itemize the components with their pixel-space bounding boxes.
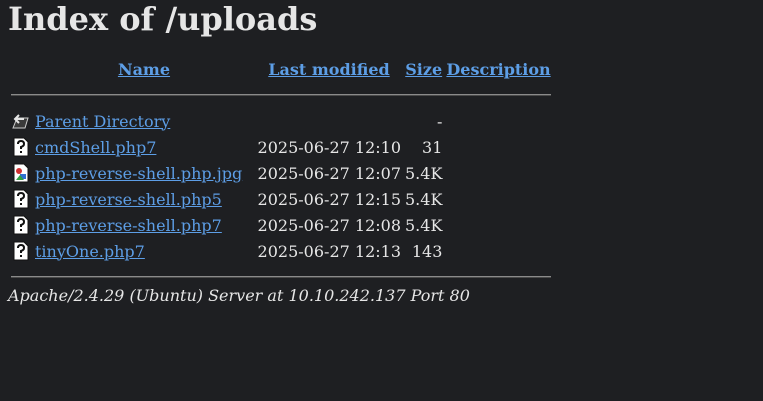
- file-description: [445, 239, 551, 263]
- file-link[interactable]: php-reverse-shell.php5: [35, 190, 222, 209]
- file-size: -: [437, 111, 443, 131]
- file-row: php-reverse-shell.php.jpg 2025-06-27 12:…: [10, 161, 552, 185]
- file-description: [445, 135, 551, 159]
- parent-directory-row: Parent Directory -: [10, 109, 552, 133]
- horizontal-rule: [11, 94, 551, 96]
- file-link[interactable]: cmdShell.php7: [35, 138, 156, 157]
- file-description: [445, 213, 551, 237]
- size-column-header: Size: [404, 57, 443, 81]
- icon-column-header: [10, 57, 32, 81]
- sort-by-description-link[interactable]: Description: [446, 60, 550, 79]
- file-size: 143: [411, 241, 443, 261]
- sort-by-name-link[interactable]: Name: [118, 60, 170, 79]
- unknown-file-icon: [11, 241, 31, 261]
- sort-by-size-link[interactable]: Size: [405, 60, 442, 79]
- file-description: [445, 161, 551, 185]
- file-row: cmdShell.php7 2025-06-27 12:10 31: [10, 135, 552, 159]
- file-row: php-reverse-shell.php7 2025-06-27 12:08 …: [10, 213, 552, 237]
- file-size: 31: [422, 137, 443, 157]
- file-rows: cmdShell.php7 2025-06-27 12:10 31 php-re…: [10, 135, 552, 263]
- file-size: 5.4K: [405, 189, 443, 209]
- sort-by-last-modified-link[interactable]: Last modified: [268, 60, 389, 79]
- file-description: [445, 187, 551, 211]
- file-date: 2025-06-27 12:15: [257, 189, 401, 209]
- unknown-file-icon: [11, 137, 31, 157]
- image-file-icon: [11, 163, 31, 183]
- description-column-header: Description: [445, 57, 551, 81]
- last-modified-column-header: Last modified: [256, 57, 402, 81]
- file-link[interactable]: php-reverse-shell.php.jpg: [35, 164, 242, 183]
- separator-row: [10, 83, 552, 107]
- file-listing-table: Name Last modified Size Description Pare…: [8, 55, 554, 291]
- file-date: 2025-06-27 12:07: [257, 163, 401, 183]
- file-date: 2025-06-27 12:13: [257, 241, 401, 261]
- file-date: 2025-06-27 12:08: [257, 215, 401, 235]
- file-link[interactable]: php-reverse-shell.php7: [35, 216, 222, 235]
- table-header-row: Name Last modified Size Description: [10, 57, 552, 81]
- server-signature: Apache/2.4.29 (Ubuntu) Server at 10.10.2…: [8, 286, 470, 305]
- file-row: tinyOne.php7 2025-06-27 12:13 143: [10, 239, 552, 263]
- page-title: Index of /uploads: [8, 0, 318, 38]
- file-date: 2025-06-27 12:10: [257, 137, 401, 157]
- file-size: 5.4K: [405, 215, 443, 235]
- back-folder-icon: [11, 111, 31, 131]
- name-column-header: Name: [34, 57, 254, 81]
- horizontal-rule: [11, 276, 551, 278]
- file-link[interactable]: tinyOne.php7: [35, 242, 145, 261]
- unknown-file-icon: [11, 189, 31, 209]
- file-row: php-reverse-shell.php5 2025-06-27 12:15 …: [10, 187, 552, 211]
- unknown-file-icon: [11, 215, 31, 235]
- parent-directory-link[interactable]: Parent Directory: [35, 112, 170, 131]
- file-size: 5.4K: [405, 163, 443, 183]
